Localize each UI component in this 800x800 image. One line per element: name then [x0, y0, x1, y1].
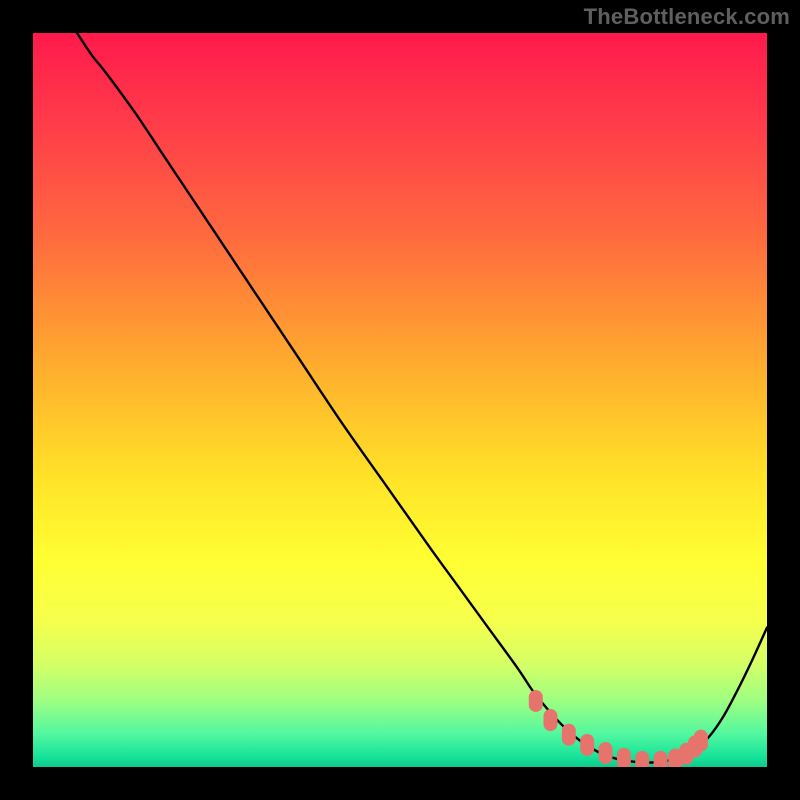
optimal-zone-markers — [529, 690, 708, 767]
marker — [543, 709, 557, 731]
marker — [580, 734, 594, 756]
marker — [635, 751, 649, 767]
bottleneck-curve — [77, 33, 767, 763]
marker — [599, 742, 613, 764]
plot-area — [33, 33, 767, 767]
watermark-text: TheBottleneck.com — [584, 4, 790, 30]
marker — [529, 690, 543, 712]
marker — [562, 724, 576, 746]
marker — [617, 748, 631, 767]
chart-container: TheBottleneck.com — [0, 0, 800, 800]
marker — [694, 730, 708, 752]
curve-layer — [33, 33, 767, 767]
marker — [654, 751, 668, 767]
